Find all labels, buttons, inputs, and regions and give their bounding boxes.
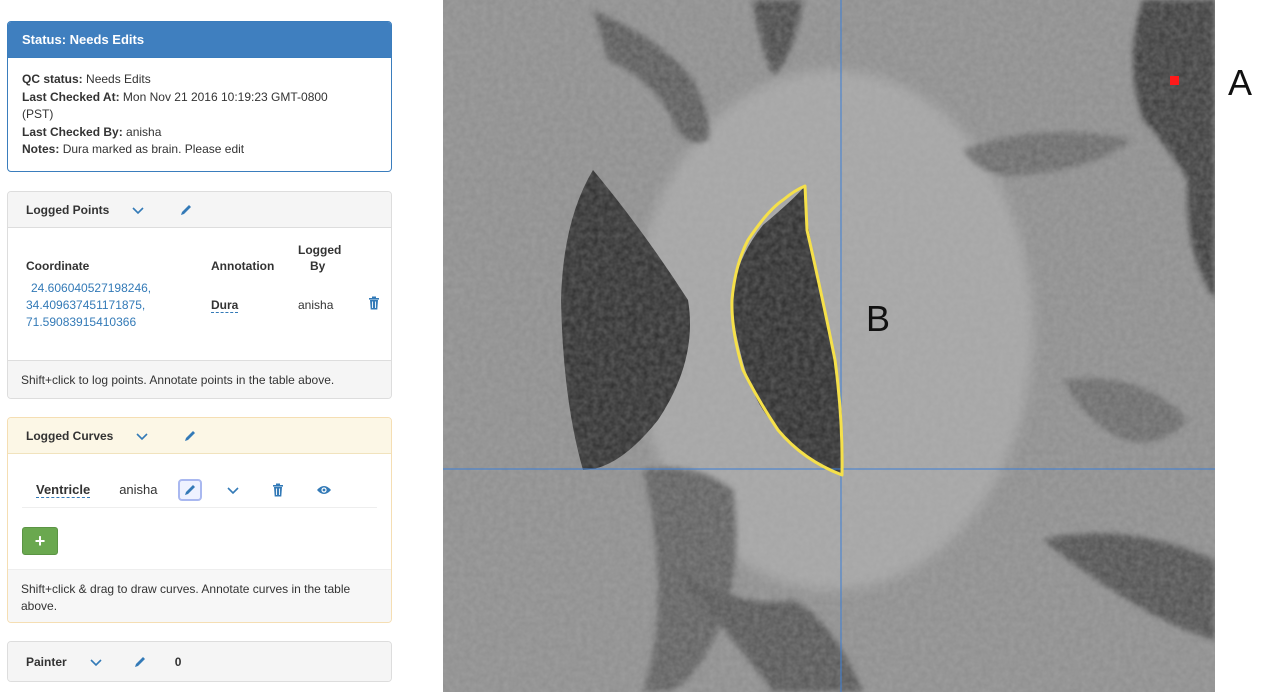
painter-count: 0 (174, 654, 182, 669)
column-logged-by-line2: By (310, 259, 326, 273)
trash-icon[interactable] (368, 296, 380, 313)
logged-curves-header: Logged Curves (8, 418, 391, 454)
pencil-icon[interactable] (177, 478, 202, 501)
list-item: Ventricle anisha (22, 472, 377, 508)
logged-curves-title: Logged Curves (26, 428, 114, 443)
pencil-icon[interactable] (183, 429, 197, 443)
table-row: 24.606040527198246, 34.409637451171875, … (26, 280, 388, 331)
logged-points-help: Shift+click to log points. Annotate poin… (8, 360, 391, 398)
logged-points-header: Logged Points (8, 192, 391, 228)
image-grain (443, 0, 1215, 692)
logged-by-cell: anisha (298, 298, 334, 312)
coordinate-y: 34.409637451171875, (26, 298, 146, 312)
column-annotation: Annotation (211, 259, 275, 273)
status-panel: Status: Needs Edits QC status: Needs Edi… (7, 21, 392, 172)
painter-panel: Painter 0 (7, 641, 392, 682)
coordinate-cell[interactable]: 24.606040527198246, 34.409637451171875, … (26, 280, 211, 331)
qc-status-line: QC status: Needs Edits (22, 71, 377, 89)
notes-line: Notes: Dura marked as brain. Please edit (22, 141, 377, 159)
curve-name[interactable]: Ventricle (36, 482, 91, 498)
eye-icon[interactable] (316, 484, 332, 496)
notes-value: Dura marked as brain. Please edit (62, 142, 245, 156)
status-title: Status: Needs Edits (8, 22, 391, 58)
last-checked-by-line: Last Checked By: anisha (22, 124, 377, 142)
chevron-down-icon[interactable] (89, 655, 103, 669)
label-a: A (1228, 62, 1253, 103)
curve-user: anisha (119, 482, 158, 497)
add-curve-button[interactable]: + (22, 527, 58, 555)
last-checked-at-line: Last Checked At: Mon Nov 21 2016 10:19:2… (22, 89, 377, 107)
pencil-icon[interactable] (133, 655, 147, 669)
logged-points-panel: Logged Points Coordinate Annotation Logg… (7, 191, 392, 399)
pencil-icon[interactable] (179, 203, 193, 217)
coordinate-x: 24.606040527198246, (31, 281, 152, 295)
status-body: QC status: Needs Edits Last Checked At: … (8, 58, 391, 171)
logged-points-table: Coordinate Annotation Logged By 24.60604… (26, 242, 388, 331)
qc-status-label: QC status: (22, 72, 83, 86)
column-logged-by: Logged By (298, 242, 368, 280)
last-checked-by-value: anisha (126, 124, 162, 139)
painter-title: Painter (26, 654, 67, 669)
column-logged-by-line1: Logged (298, 243, 342, 257)
qc-status-value: Needs Edits (86, 72, 151, 86)
table-header-row: Coordinate Annotation Logged By (26, 242, 388, 280)
logged-curves-panel: Logged Curves Ventricle anisha + Shift+c… (7, 417, 392, 623)
trash-icon[interactable] (272, 483, 284, 497)
notes-label: Notes: (22, 142, 60, 156)
last-checked-at-value: Mon Nov 21 2016 10:19:23 GMT-0800 (122, 89, 328, 104)
logged-point-marker[interactable] (1170, 76, 1179, 85)
last-checked-at-label: Last Checked At: (22, 89, 120, 104)
painter-header: Painter 0 (8, 642, 391, 681)
last-checked-at-tz: (PST) (22, 107, 54, 121)
mri-slice[interactable] (443, 0, 1215, 692)
label-b: B (866, 298, 891, 339)
delete-point-cell (368, 280, 388, 331)
image-viewer[interactable] (443, 0, 1215, 692)
column-coordinate: Coordinate (26, 259, 90, 273)
chevron-down-icon[interactable] (131, 203, 145, 217)
coordinate-z: 71.59083915410366 (26, 315, 137, 329)
chevron-down-icon[interactable] (226, 483, 240, 497)
chevron-down-icon[interactable] (135, 429, 149, 443)
annotation-cell: Dura (211, 280, 298, 331)
column-actions (368, 242, 388, 280)
annotation-value[interactable]: Dura (211, 298, 239, 313)
logged-points-title: Logged Points (26, 202, 110, 217)
last-checked-by-label: Last Checked By: (22, 124, 123, 139)
logged-curves-help: Shift+click & drag to draw curves. Annot… (8, 569, 391, 622)
